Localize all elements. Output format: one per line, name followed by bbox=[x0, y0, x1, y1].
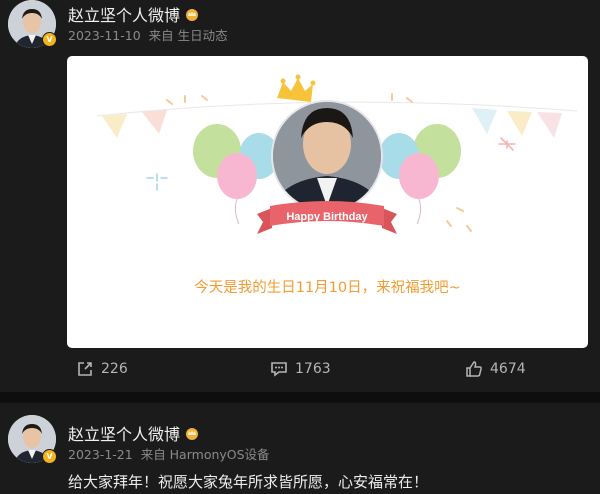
author-name-text[interactable]: 赵立坚个人微博 bbox=[68, 2, 180, 26]
birthday-illustration: Happy Birthday bbox=[96, 74, 578, 234]
thumbs-up-icon bbox=[466, 361, 482, 377]
like-count: 4674 bbox=[490, 361, 526, 377]
post-date[interactable]: 2023-11-10 bbox=[68, 28, 141, 43]
post-actions: 226 1763 4674 bbox=[0, 360, 600, 386]
like-button[interactable]: 4674 bbox=[465, 360, 526, 378]
comment-count: 1763 bbox=[295, 361, 331, 377]
birthday-card[interactable]: Happy Birthday 今天是我的生日11月10日，来祝福我吧~ bbox=[67, 56, 588, 348]
card-message: 今天是我的生日11月10日，来祝福我吧~ bbox=[194, 280, 461, 296]
verified-badge-icon: V bbox=[42, 449, 57, 464]
weibo-post: V 赵立坚个人微博 2023-11-10 来自 生日动态 Happy Birth… bbox=[0, 0, 600, 392]
member-crown-icon bbox=[186, 428, 199, 440]
share-icon bbox=[78, 362, 92, 376]
verified-badge-icon: V bbox=[42, 32, 57, 47]
post-divider bbox=[0, 392, 600, 402]
post-date[interactable]: 2023-1-21 bbox=[68, 447, 133, 462]
post-meta: 2023-1-21 来自 HarmonyOS设备 bbox=[68, 444, 274, 463]
author-name[interactable]: 赵立坚个人微博 bbox=[68, 2, 199, 26]
post-meta: 2023-11-10 来自 生日动态 bbox=[68, 25, 232, 44]
member-crown-icon bbox=[186, 9, 199, 21]
post-text: 给大家拜年！祝愿大家兔年所求皆所愿，心安福常在！ bbox=[68, 473, 429, 491]
banner-text: Happy Birthday bbox=[286, 211, 368, 223]
share-button[interactable]: 226 bbox=[76, 360, 128, 378]
author-name[interactable]: 赵立坚个人微博 bbox=[68, 421, 199, 445]
comment-icon bbox=[271, 362, 287, 377]
share-count: 226 bbox=[101, 361, 128, 377]
weibo-post: V 赵立坚个人微博 2023-1-21 来自 HarmonyOS设备 给大家拜年… bbox=[0, 402, 600, 494]
post-source: 来自 生日动态 bbox=[148, 28, 228, 43]
comment-button[interactable]: 1763 bbox=[270, 360, 331, 378]
post-source: 来自 HarmonyOS设备 bbox=[140, 447, 270, 462]
author-name-text[interactable]: 赵立坚个人微博 bbox=[68, 421, 180, 445]
